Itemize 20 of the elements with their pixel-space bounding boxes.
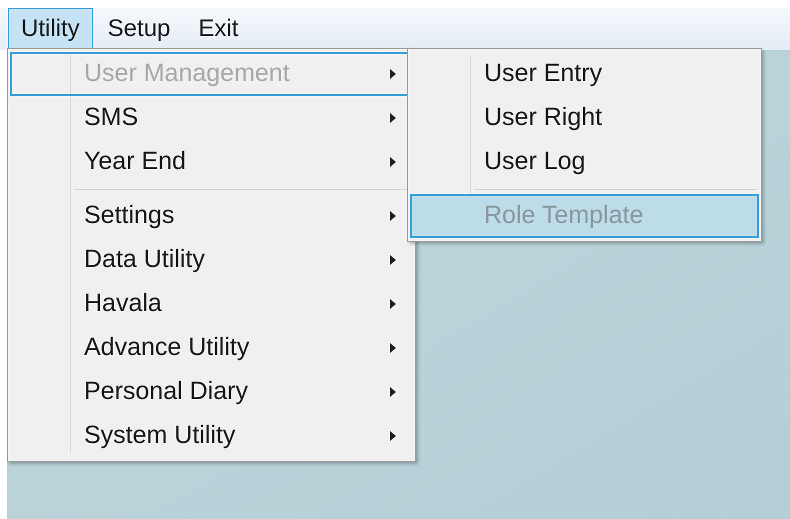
menu-item[interactable]: User Entry [410, 52, 759, 96]
submenu-arrow-icon [389, 298, 397, 310]
menu-item[interactable]: User Log [410, 140, 759, 184]
submenu-arrow-icon [389, 386, 397, 398]
menu-bar-item[interactable]: Exit [185, 8, 252, 50]
menu-bar-item[interactable]: Setup [94, 8, 184, 50]
menu-item[interactable]: Data Utility [10, 238, 413, 282]
menu-item[interactable]: System Utility [10, 414, 413, 458]
menu-item[interactable]: Havala [10, 282, 413, 326]
menu-item[interactable]: User Right [410, 96, 759, 140]
menu-bar-item[interactable]: Utility [8, 8, 93, 50]
submenu-arrow-icon [389, 430, 397, 442]
menu-item[interactable]: Personal Diary [10, 370, 413, 414]
submenu-arrow-icon [389, 112, 397, 124]
submenu-arrow-icon [389, 156, 397, 168]
submenu-arrow-icon [389, 68, 397, 80]
submenu-arrow-icon [389, 342, 397, 354]
submenu-arrow-icon [389, 254, 397, 266]
submenu-arrow-icon [389, 210, 397, 222]
menu-item[interactable]: Advance Utility [10, 326, 413, 370]
